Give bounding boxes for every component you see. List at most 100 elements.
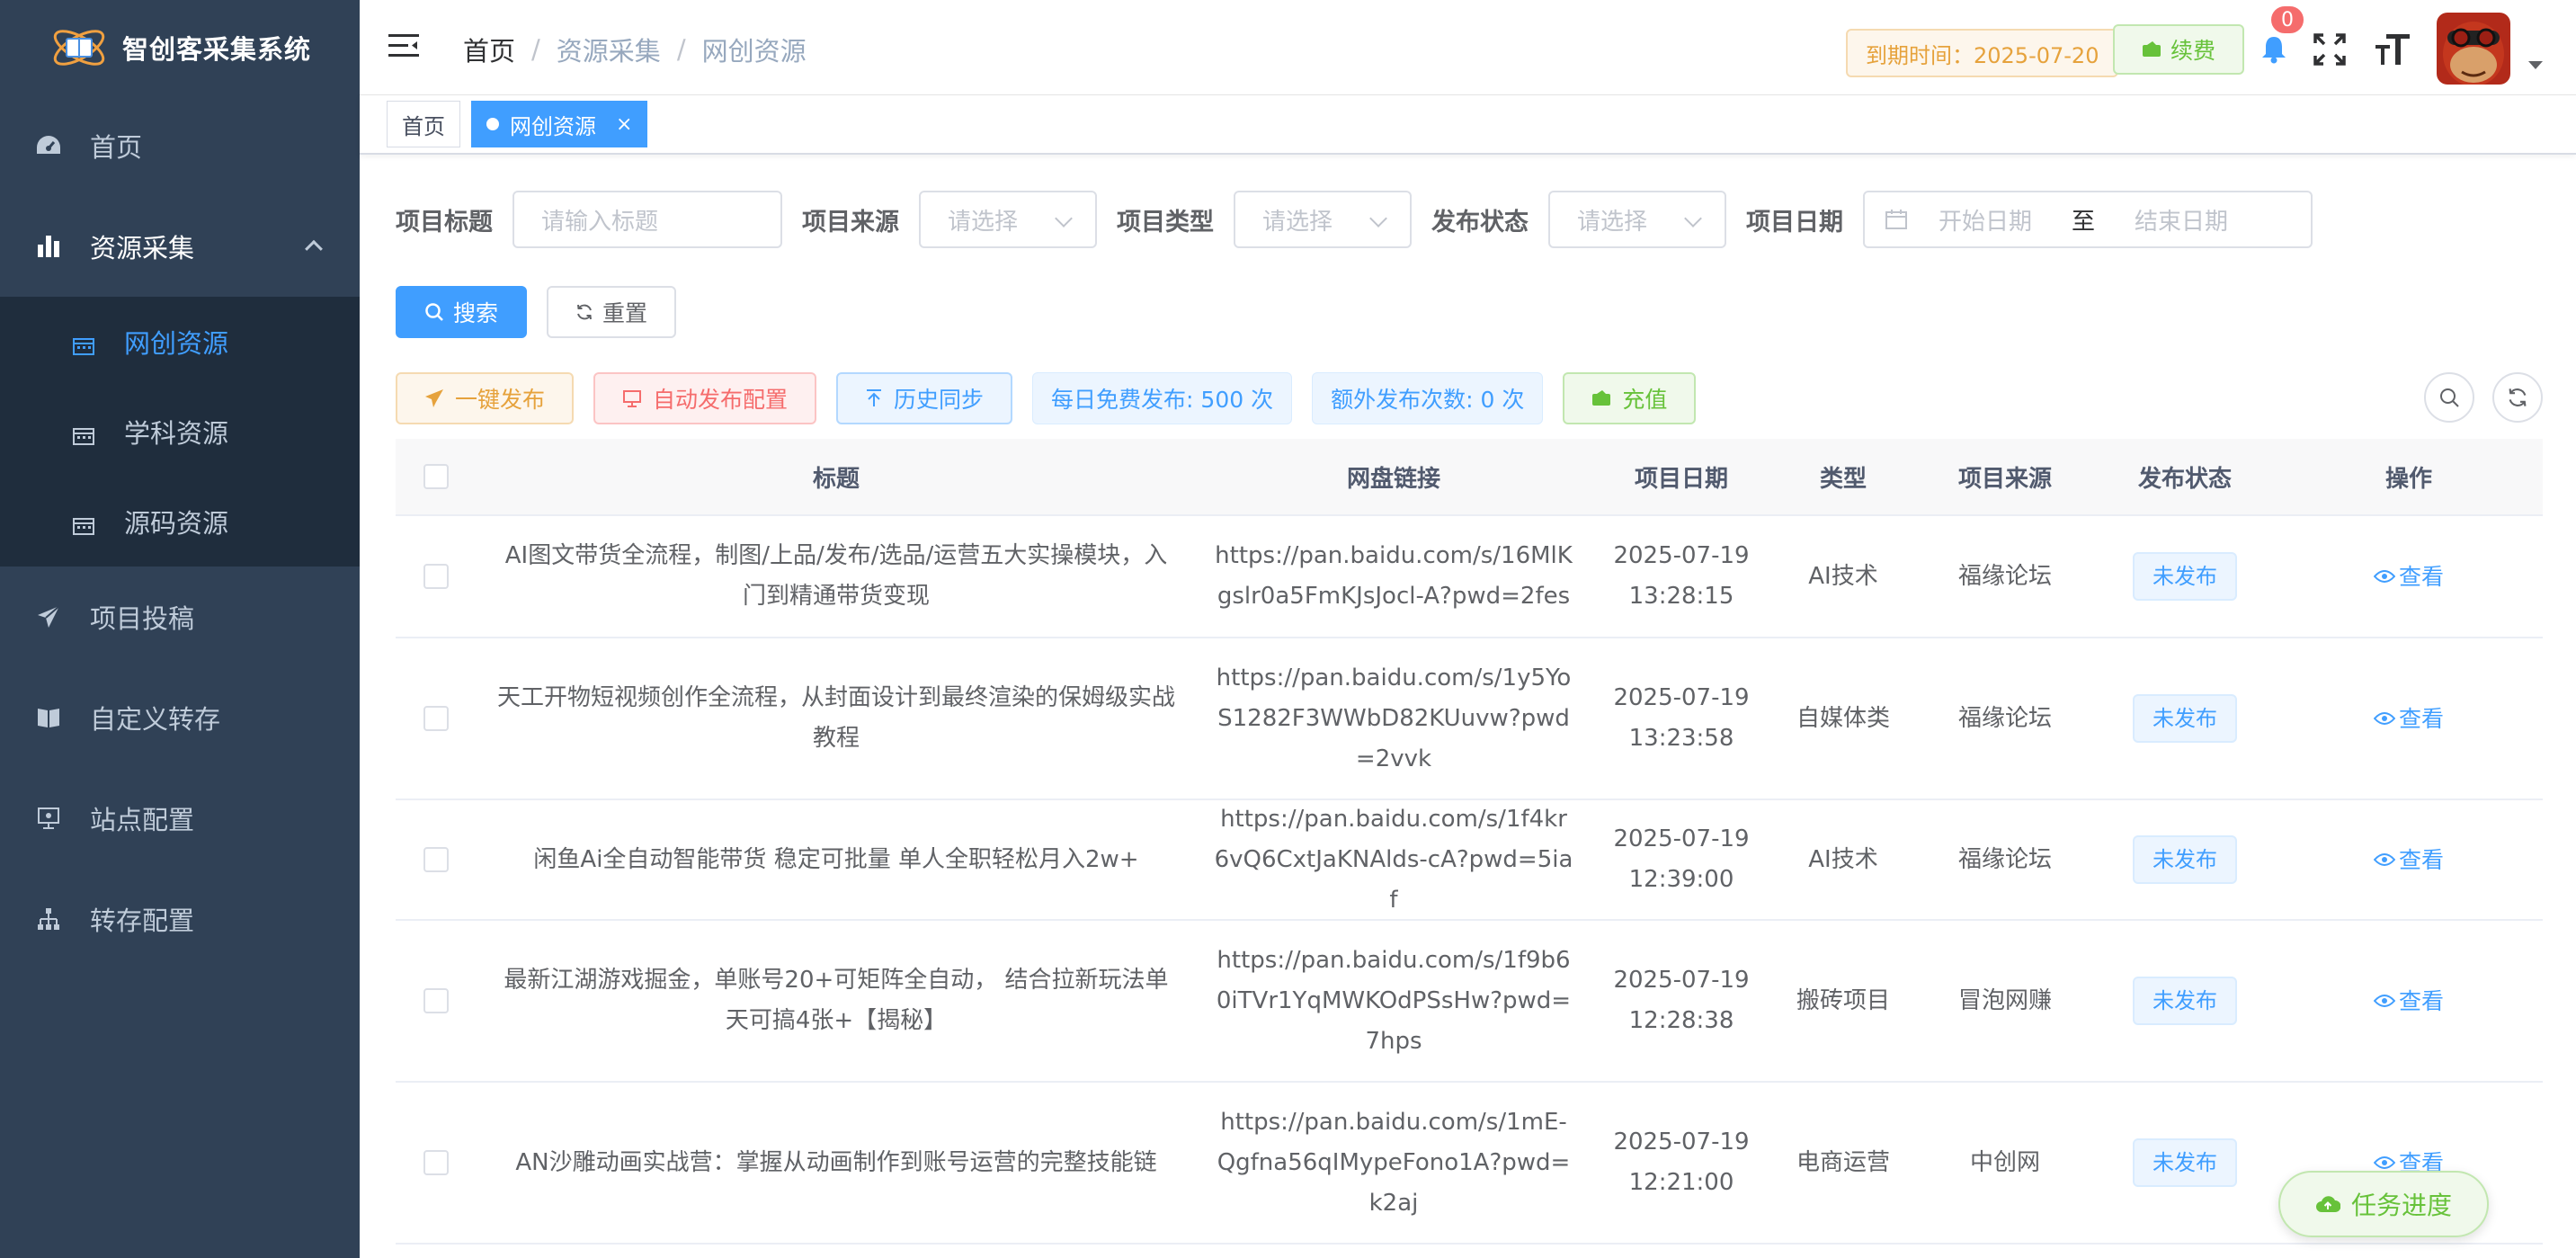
row-select-cell [396,847,477,872]
row-select-cell [396,706,477,731]
eye-icon [2373,1156,2395,1169]
type-cell: 搬砖项目 [1796,986,1890,1014]
search-button[interactable]: 搜索 [396,286,527,338]
refresh-icon [577,304,592,320]
one-click-publish-button[interactable]: 一键发布 [396,372,575,424]
table-row: 天工开物短视频创作全流程，从封面设计到最终渲染的保姆级实战教程 https://… [396,638,2543,800]
eye-icon [2373,712,2395,725]
sidebar-item-custom[interactable]: 自定义转存 [0,667,360,768]
reset-button[interactable]: 重置 [547,286,676,338]
sidebar-item-home[interactable]: 首页 [0,95,360,196]
refresh-table-button[interactable] [2492,372,2543,423]
operation-cell: 查看 [2275,981,2543,1022]
select-all-checkbox[interactable] [423,464,449,489]
status-select[interactable]: 请选择 [1548,191,1726,248]
close-icon[interactable]: × [616,113,632,136]
cloud-upload-icon [2315,1196,2340,1212]
sidebar-item-wangchuang[interactable]: 网创资源 [0,297,360,387]
row-checkbox[interactable] [423,847,449,872]
hamburger-icon[interactable] [388,32,419,59]
sidebar-item-transfer[interactable]: 转存配置 [0,869,360,969]
row-checkbox[interactable] [423,706,449,731]
type-label: 项目类型 [1117,208,1214,236]
notification-badge: 0 [2269,4,2305,35]
source-cell: 冒泡网赚 [1957,986,2052,1014]
calendar-icon [72,512,95,535]
status-badge: 未发布 [2133,835,2237,884]
sidebar-item-xueke[interactable]: 学科资源 [0,387,360,477]
sidebar-item-label: 转存配置 [90,906,195,936]
link-cell: https://pan.baidu.com/s/16MlKgslr0a5FmKJ… [1215,542,1573,610]
type-cell: 自媒体类 [1796,704,1890,732]
active-dot-icon [486,118,499,130]
tab-home[interactable]: 首页 [387,101,460,147]
view-button[interactable]: 查看 [2373,699,2444,739]
paper-plane-icon [34,602,63,631]
link-cell: https://pan.baidu.com/s/1f9b60iTVr1YqMWK… [1216,946,1572,1055]
source-select[interactable]: 请选择 [919,191,1097,248]
date-range-picker[interactable]: 开始日期 至 结束日期 [1863,191,2313,248]
status-badge: 未发布 [2133,694,2237,743]
source-label: 项目来源 [802,208,899,236]
view-button[interactable]: 查看 [2373,840,2444,880]
sidebar-item-collect[interactable]: 资源采集 [0,196,360,297]
expire-date-tag: 到期时间：2025-07-20 [1846,29,2119,77]
date-end-input[interactable]: 结束日期 [2135,203,2228,236]
type-select[interactable]: 请选择 [1234,191,1412,248]
column-header: 标题 [812,465,860,493]
eye-icon [2373,853,2395,866]
source-cell: 福缘论坛 [1957,562,2052,590]
dashboard-icon [34,131,63,160]
sidebar-item-label: 首页 [90,132,143,163]
sidebar-item-label: 资源采集 [90,233,195,263]
calendar-icon [1885,209,1908,230]
sidebar-item-yuanma[interactable]: 源码资源 [0,477,360,567]
auto-publish-config-button[interactable]: 自动发布配置 [593,372,817,424]
date-cell: 2025-07-19 12:21:00 [1613,1129,1750,1196]
column-header: 网盘链接 [1346,465,1440,493]
bell-icon[interactable] [2260,34,2288,65]
caret-down-icon[interactable] [2528,61,2543,69]
date-cell: 2025-07-19 12:39:00 [1613,825,1750,893]
task-progress-button[interactable]: 任务进度 [2278,1171,2489,1237]
toggle-search-button[interactable] [2424,372,2474,423]
sidebar-item-label: 网创资源 [124,328,229,359]
select-all-cell [396,464,477,489]
table-row: 闲鱼Ai全自动智能带货 稳定可批量 单人全职轻松月入2w+ https://pa… [396,800,2543,921]
tab-wangchuang[interactable]: 网创资源 × [471,101,648,147]
row-checkbox[interactable] [423,988,449,1013]
search-buttons: 搜索 重置 [396,286,696,338]
view-button[interactable]: 查看 [2373,981,2444,1022]
action-toolbar: 一键发布 自动发布配置 历史同步 每日免费发布: 500 次 额外发布次数: 0… [396,372,1716,424]
breadcrumb-separator: / [531,34,540,65]
breadcrumb-home[interactable]: 首页 [463,31,515,68]
sidebar-item-site[interactable]: 站点配置 [0,768,360,869]
breadcrumb-collect: 资源采集 [556,36,661,67]
fullscreen-icon[interactable] [2313,32,2347,67]
chevron-down-icon [1684,210,1702,228]
calendar-icon [72,332,95,355]
renew-button[interactable]: 续费 [2113,24,2244,75]
operation-cell: 查看 [2275,557,2543,597]
row-checkbox[interactable] [423,564,449,589]
history-sync-button[interactable]: 历史同步 [836,372,1013,424]
sidebar-item-submit[interactable]: 项目投稿 [0,567,360,667]
tags-view: 首页 网创资源 × [360,95,2576,155]
view-button[interactable]: 查看 [2373,557,2444,597]
title-input[interactable]: 请输入标题 [513,191,782,248]
row-checkbox[interactable] [423,1150,449,1175]
date-start-input[interactable]: 开始日期 [1939,203,2032,236]
font-size-icon[interactable] [2374,31,2411,67]
column-header: 操作 [2384,465,2432,493]
sidebar-item-label: 自定义转存 [90,704,221,735]
source-cell: 福缘论坛 [1957,704,2052,732]
sidebar: 智创客采集系统 首页 资源采集 网创资源 学科资源 源码资源 项目投稿 自定义转… [0,0,360,1258]
avatar[interactable] [2437,13,2510,85]
sitemap-icon [34,905,63,933]
date-range-separator: 至 [2072,208,2096,236]
operation-cell: 查看 [2275,840,2543,880]
search-icon [2440,388,2459,407]
row-select-cell [396,988,477,1013]
sidebar-item-label: 站点配置 [90,805,195,835]
recharge-button[interactable]: 充值 [1563,372,1697,424]
